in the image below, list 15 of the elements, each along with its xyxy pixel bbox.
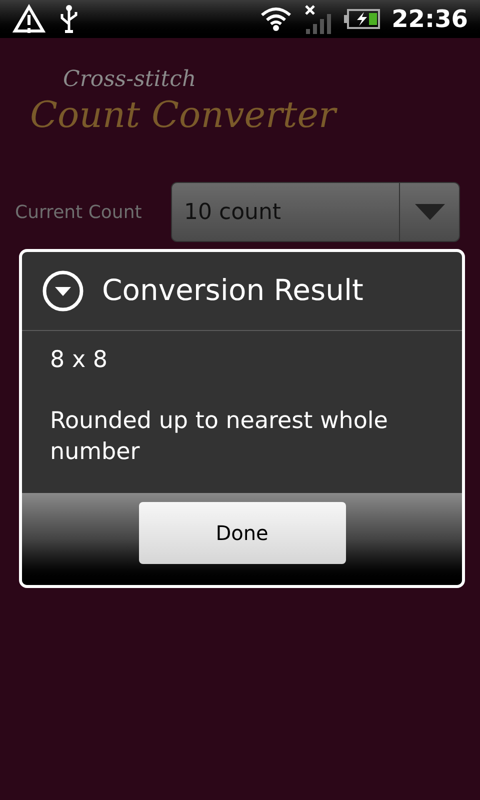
battery-icon — [344, 9, 380, 29]
app-subtitle: Cross-stitch — [63, 66, 198, 94]
wifi-icon — [260, 6, 292, 32]
field-label: Current Count — [15, 200, 143, 224]
caret-icon — [414, 204, 444, 220]
app-title: Count Converter — [30, 94, 338, 138]
done-button[interactable]: Done — [138, 502, 346, 564]
dropdown-circle-icon — [42, 270, 84, 312]
dialog-title: Conversion Result — [102, 272, 364, 310]
result-note: Rounded up to nearest whole number — [50, 406, 389, 466]
status-time: 22:36 — [392, 4, 468, 35]
signal-icon — [304, 4, 332, 34]
result-text: 8 x 8 — [50, 346, 108, 375]
usb-icon — [58, 4, 80, 34]
warning-icon — [12, 4, 46, 34]
